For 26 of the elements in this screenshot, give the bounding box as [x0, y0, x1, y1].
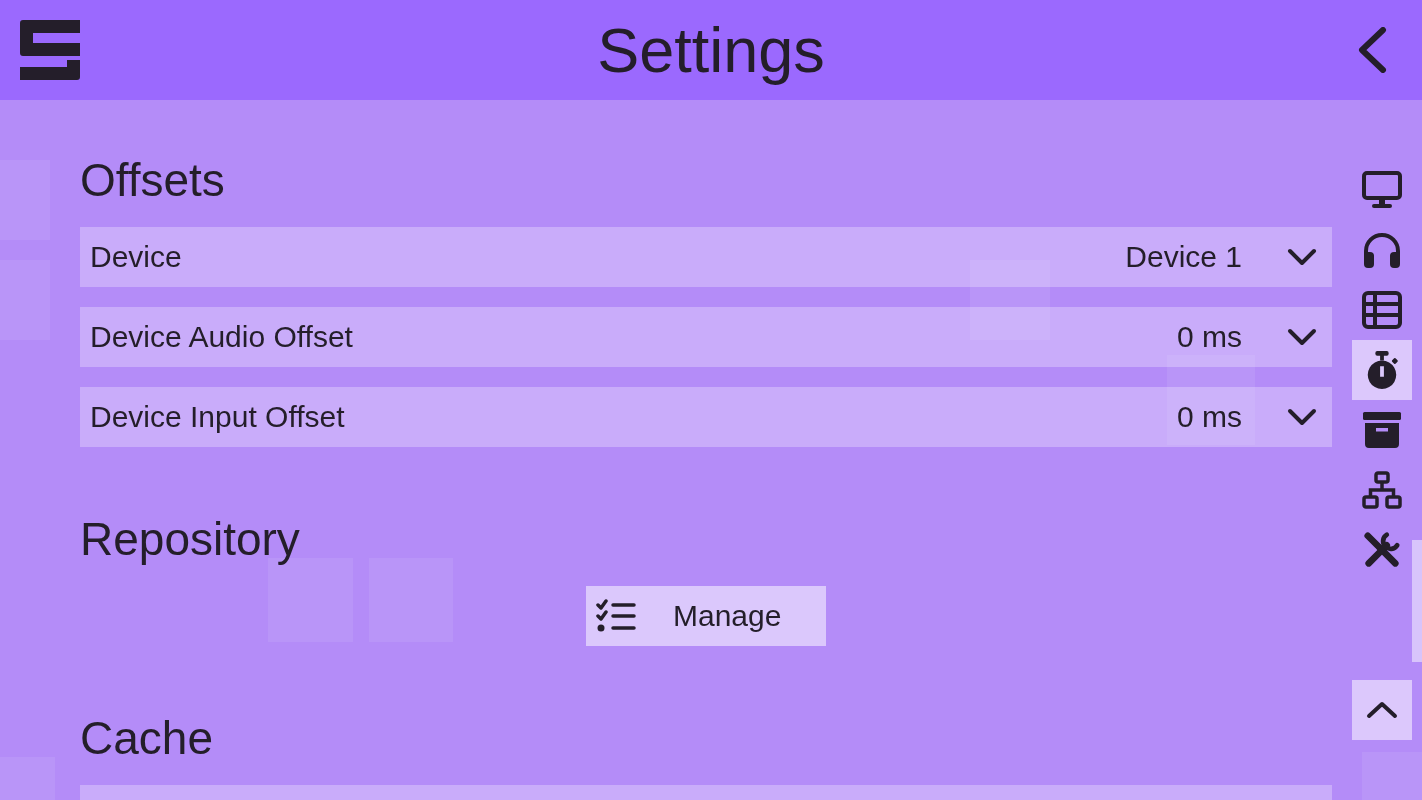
section-heading: Cache: [80, 712, 214, 765]
manage-button[interactable]: Manage: [586, 586, 826, 646]
setting-label: Device Input Offset: [89, 400, 346, 434]
network-icon: [1362, 471, 1402, 509]
monitor-icon: [1362, 171, 1402, 209]
value-dropdown[interactable]: 0 ms: [1177, 387, 1332, 447]
chevron-up-icon: [1366, 701, 1398, 719]
value-dropdown[interactable]: 0 ms: [1177, 307, 1332, 367]
section-heading: Repository: [80, 513, 301, 566]
scroll-thumb[interactable]: [1412, 540, 1422, 662]
table-list-icon: [1362, 291, 1402, 329]
sidebar-item[interactable]: [1352, 340, 1412, 400]
scroll-up-button[interactable]: [1352, 680, 1412, 740]
checklist-icon: [596, 599, 636, 633]
logo-icon: [20, 20, 80, 80]
archive-box-icon: [1362, 411, 1402, 449]
tools-icon: [1362, 531, 1402, 569]
value-dropdown[interactable]: Device 1: [1125, 227, 1332, 287]
setting-label: Device: [89, 240, 183, 274]
chevron-down-icon: [1287, 328, 1317, 346]
chevron-down-icon: [1287, 408, 1317, 426]
headphones-icon: [1362, 231, 1402, 269]
back-chevron-icon: [1357, 27, 1387, 73]
setting-label: Device Audio Offset: [89, 320, 354, 354]
chevron-down-icon: [1287, 248, 1317, 266]
section-heading: Offsets: [80, 154, 226, 207]
